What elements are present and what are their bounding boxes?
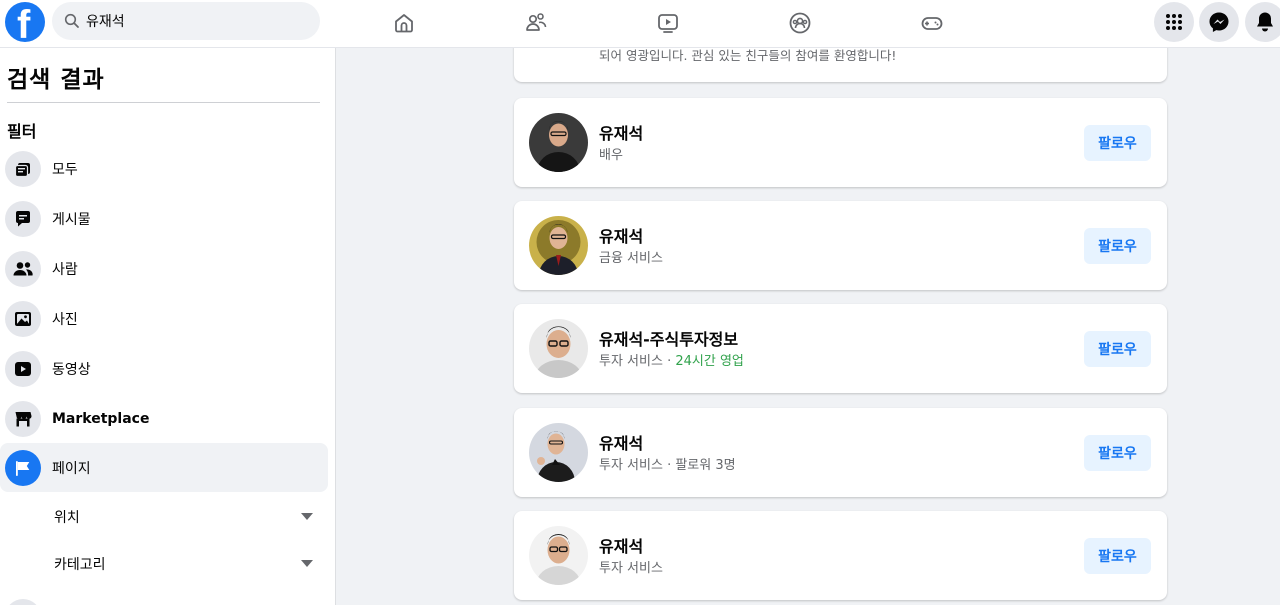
divider bbox=[7, 102, 320, 103]
subfilter-label: 위치 bbox=[54, 510, 80, 526]
messenger-button[interactable] bbox=[1199, 2, 1239, 42]
videos-icon bbox=[5, 350, 41, 387]
follow-button[interactable]: 팔로우 bbox=[1084, 228, 1151, 264]
notifications-button[interactable] bbox=[1245, 2, 1280, 42]
sidebar-item-label: 사람 bbox=[52, 261, 78, 278]
sidebar-item-label: 페이지 bbox=[52, 460, 91, 477]
photos-icon bbox=[5, 300, 41, 337]
result-category: 투자 서비스 · 24시간 영업 bbox=[599, 350, 744, 369]
sidebar-item-people[interactable]: 사람 bbox=[0, 244, 328, 293]
avatar[interactable] bbox=[529, 113, 588, 172]
top-navigation-bar: f bbox=[0, 0, 1280, 48]
nav-tab-groups[interactable] bbox=[745, 0, 855, 46]
caret-down-icon bbox=[301, 560, 313, 567]
avatar[interactable] bbox=[529, 319, 588, 378]
sidebar-item-marketplace[interactable]: Marketplace bbox=[0, 394, 328, 443]
result-description-text: 되어 영광입니다. 관심 있는 친구들의 참여를 환영합니다! bbox=[599, 48, 897, 63]
sidebar-item-all[interactable]: 모두 bbox=[0, 144, 328, 193]
groups-icon bbox=[789, 12, 811, 34]
subfilter-location[interactable]: 위치 bbox=[0, 497, 328, 537]
facebook-logo-icon[interactable]: f bbox=[5, 2, 45, 42]
nav-tab-home[interactable] bbox=[349, 0, 459, 46]
people-icon bbox=[5, 250, 41, 287]
pages-flag-icon bbox=[5, 449, 41, 486]
home-icon bbox=[395, 14, 413, 33]
result-category-text: 투자 서비스 · 팔로워 3명 bbox=[599, 458, 736, 473]
sidebar-item-label: 모두 bbox=[52, 161, 78, 178]
result-card[interactable]: 유재석-주식투자정보 투자 서비스 · 24시간 영업 팔로우 bbox=[514, 304, 1167, 393]
result-category: 금융 서비스 bbox=[599, 247, 663, 266]
posts-icon bbox=[5, 200, 41, 237]
follow-button[interactable]: 팔로우 bbox=[1084, 538, 1151, 574]
result-card[interactable]: 유재석 투자 서비스 · 팔로워 3명 팔로우 bbox=[514, 408, 1167, 497]
result-card[interactable]: 유재석 배우 팔로우 bbox=[514, 98, 1167, 187]
sidebar-item-photos[interactable]: 사진 bbox=[0, 294, 328, 343]
sidebar-item-label: 동영상 bbox=[52, 361, 91, 378]
subfilter-label: 카테고리 bbox=[54, 557, 106, 573]
sidebar-item-posts[interactable]: 게시물 bbox=[0, 194, 328, 243]
nav-tab-gaming[interactable] bbox=[877, 0, 987, 46]
messenger-icon bbox=[1209, 12, 1229, 32]
result-category-text: 금융 서비스 bbox=[599, 251, 663, 266]
result-name[interactable]: 유재석 bbox=[599, 120, 643, 144]
notifications-icon bbox=[1257, 12, 1273, 32]
follow-button[interactable]: 팔로우 bbox=[1084, 435, 1151, 471]
menu-grid-icon bbox=[1166, 14, 1182, 30]
nav-tab-friends[interactable] bbox=[481, 0, 591, 46]
result-category: 투자 서비스 bbox=[599, 557, 663, 576]
sidebar-item-pages[interactable]: 페이지 bbox=[0, 443, 328, 492]
result-name[interactable]: 유재석-주식투자정보 bbox=[599, 326, 738, 350]
sidebar-item-more-icon[interactable] bbox=[5, 599, 41, 605]
page-title: 검색 결과 bbox=[7, 67, 105, 93]
result-card[interactable]: 유재석 투자 서비스 팔로우 bbox=[514, 511, 1167, 600]
sidebar-item-label: Marketplace bbox=[52, 410, 150, 427]
filter-heading: 필터 bbox=[7, 122, 37, 141]
result-status: 24시간 영업 bbox=[675, 354, 744, 369]
search-icon bbox=[64, 13, 79, 28]
result-category-text: 투자 서비스 bbox=[599, 561, 663, 576]
follow-button[interactable]: 팔로우 bbox=[1084, 125, 1151, 161]
search-input[interactable] bbox=[86, 2, 306, 40]
search-filters-sidebar: 검색 결과 필터 모두 게시물 사람 사진 동영상 Marketplace 페이… bbox=[0, 48, 336, 605]
result-category: 배우 bbox=[599, 144, 623, 163]
nav-tab-watch[interactable] bbox=[613, 0, 723, 46]
menu-button[interactable] bbox=[1154, 2, 1194, 42]
avatar[interactable] bbox=[529, 216, 588, 275]
result-name[interactable]: 유재석 bbox=[599, 533, 643, 557]
avatar[interactable] bbox=[529, 423, 588, 482]
avatar[interactable] bbox=[529, 526, 588, 585]
result-name[interactable]: 유재석 bbox=[599, 430, 643, 454]
result-name[interactable]: 유재석 bbox=[599, 223, 643, 247]
follow-button[interactable]: 팔로우 bbox=[1084, 331, 1151, 367]
marketplace-icon bbox=[5, 400, 41, 437]
sidebar-item-label: 게시물 bbox=[52, 211, 91, 228]
all-icon bbox=[5, 150, 41, 187]
search-box[interactable] bbox=[52, 2, 320, 40]
sidebar-item-label: 사진 bbox=[52, 311, 78, 328]
gaming-icon bbox=[921, 17, 943, 30]
watch-icon bbox=[658, 14, 678, 33]
friends-icon bbox=[526, 13, 547, 31]
sidebar-item-videos[interactable]: 동영상 bbox=[0, 344, 328, 393]
result-category: 투자 서비스 · 팔로워 3명 bbox=[599, 454, 736, 473]
result-card[interactable]: 유재석 금융 서비스 팔로우 bbox=[514, 201, 1167, 290]
result-category-text: 배우 bbox=[599, 148, 623, 163]
caret-down-icon bbox=[301, 513, 313, 520]
result-category-text: 투자 서비스 · bbox=[599, 354, 676, 369]
subfilter-category[interactable]: 카테고리 bbox=[0, 544, 328, 584]
